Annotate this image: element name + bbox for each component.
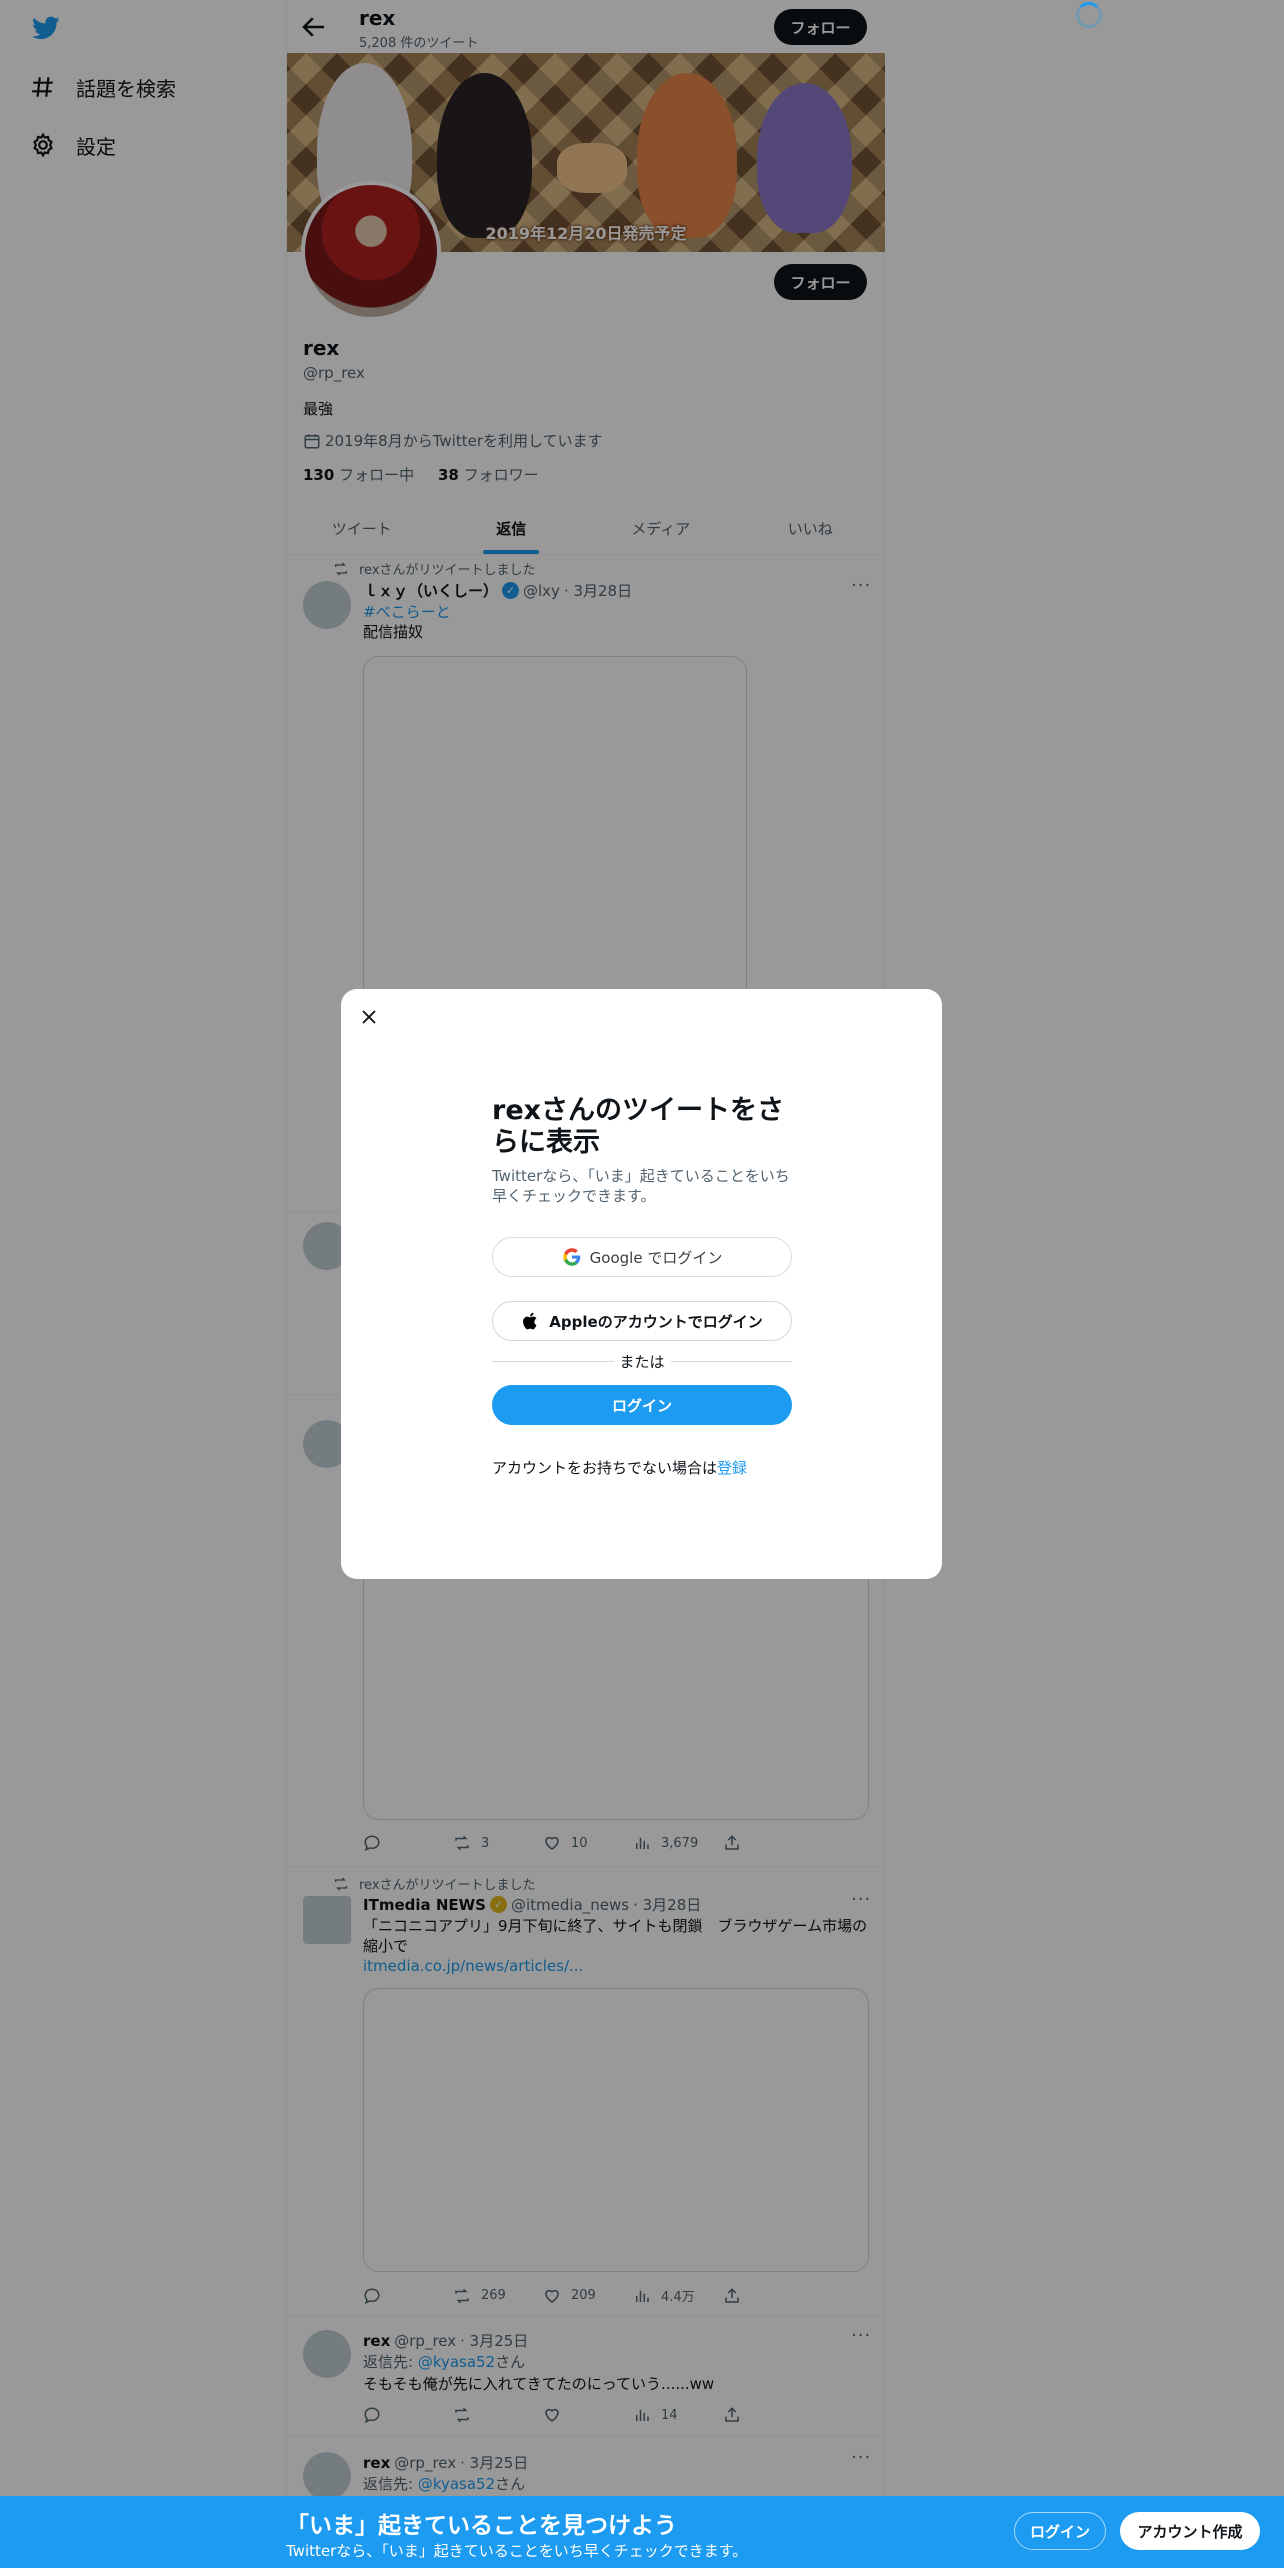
bottom-signup-bar: 「いま」起きていることを見つけよう Twitterなら、「いま」起きていることを…	[0, 2496, 1284, 2568]
apple-login-button[interactable]: Appleのアカウントでログイン	[492, 1301, 792, 1341]
signup-prompt: アカウントをお持ちでない場合は登録	[492, 1457, 747, 1478]
close-button[interactable]	[355, 1003, 383, 1031]
or-divider: または	[492, 1351, 793, 1372]
signup-link[interactable]: 登録	[717, 1459, 747, 1477]
bottom-bar-subtitle: Twitterなら、「いま」起きていることをいち早くチェックできます。	[286, 2542, 748, 2560]
modal-title: rexさんのツイートをさらに表示	[492, 1095, 785, 1158]
google-login-button[interactable]: Google でログイン	[492, 1237, 792, 1277]
divider-line	[492, 1361, 614, 1362]
bottom-signup-button[interactable]: アカウント作成	[1120, 2512, 1260, 2550]
signup-prompt-text: アカウントをお持ちでない場合は	[492, 1459, 718, 1477]
google-logo-icon	[562, 1248, 580, 1266]
page: 話題を検索 設定 rex 5,208 件のツイート フォロー 2019年12月2…	[0, 0, 1284, 2568]
google-login-label: Google でログイン	[589, 1248, 723, 1267]
modal-subtitle: Twitterなら、「いま」起きていることをいち早くチェックできます。	[492, 1167, 790, 1205]
login-button[interactable]: ログイン	[492, 1385, 792, 1425]
or-label: または	[619, 1353, 665, 1371]
bottom-login-button[interactable]: ログイン	[1014, 2512, 1106, 2550]
apple-logo-icon	[523, 1312, 537, 1330]
loading-spinner-icon	[1076, 2, 1102, 28]
divider-line	[670, 1361, 793, 1362]
login-modal: rexさんのツイートをさらに表示 Twitterなら、「いま」起きていることをい…	[341, 989, 942, 1579]
bottom-bar-title: 「いま」起きていることを見つけよう	[286, 2513, 677, 2539]
close-icon	[362, 1010, 376, 1024]
apple-login-label: Appleのアカウントでログイン	[549, 1312, 763, 1331]
